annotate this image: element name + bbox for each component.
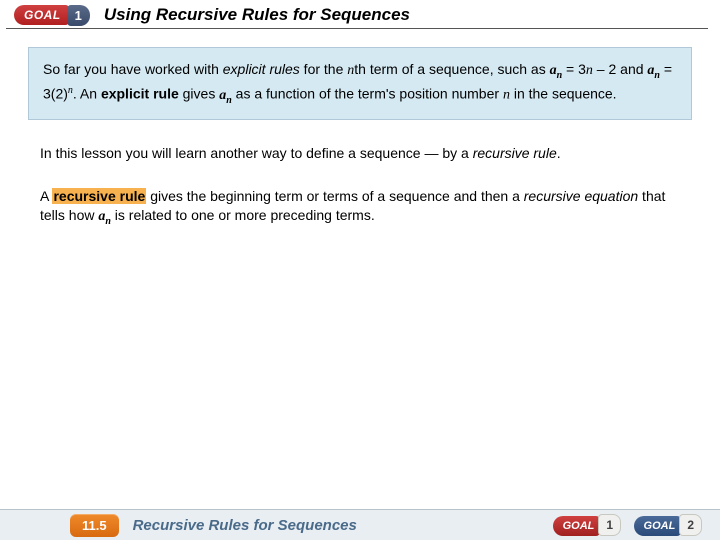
text: as a function of the term's position num… <box>232 86 503 102</box>
math-var: n <box>503 88 510 103</box>
footer-goal1-num[interactable]: 1 <box>598 514 621 536</box>
text: So far you have worked with <box>43 61 223 77</box>
text: th <box>354 61 366 77</box>
goal-badge: GOAL 1 <box>14 2 90 28</box>
highlight-term: recursive rule <box>52 188 146 204</box>
header-bar: GOAL 1 Using Recursive Rules for Sequenc… <box>6 0 708 29</box>
text: gives <box>179 86 219 102</box>
footer-title: Recursive Rules for Sequences <box>133 517 553 534</box>
text: recursive rule <box>473 145 557 161</box>
text: A <box>40 188 52 204</box>
text: term of a sequence, such as <box>366 61 550 77</box>
text: gives the beginning term or terms of a s… <box>146 188 523 204</box>
footer-goal1-label[interactable]: GOAL <box>553 516 601 536</box>
text: is related to one or more preceding term… <box>111 207 375 223</box>
math-var: n <box>586 63 593 78</box>
text: . An <box>73 86 101 102</box>
footer-goal2-num[interactable]: 2 <box>679 514 702 536</box>
text: In this lesson you will learn another wa… <box>40 145 473 161</box>
text: in the sequence. <box>510 86 617 102</box>
footer-goal2-label[interactable]: GOAL <box>634 516 682 536</box>
text: – 2 and <box>593 61 648 77</box>
text: recursive equation <box>524 188 638 204</box>
paragraph-2: A recursive rule gives the beginning ter… <box>40 187 680 228</box>
text: explicit rule <box>101 86 179 102</box>
section-badge: 11.5 <box>70 514 119 537</box>
goal-number: 1 <box>67 5 90 26</box>
goal-label: GOAL <box>14 5 69 25</box>
paragraph-1: In this lesson you will learn another wa… <box>40 144 680 163</box>
page-title: Using Recursive Rules for Sequences <box>104 5 410 25</box>
math-var: a <box>550 63 557 78</box>
text: . <box>557 145 561 161</box>
text: explicit rules <box>223 61 300 77</box>
intro-box: So far you have worked with explicit rul… <box>28 47 692 120</box>
text: for the <box>300 61 347 77</box>
text: = 3 <box>562 61 586 77</box>
footer-bar: 11.5 Recursive Rules for Sequences GOAL1… <box>0 509 720 540</box>
footer-nav: GOAL1 GOAL2 <box>553 514 702 536</box>
